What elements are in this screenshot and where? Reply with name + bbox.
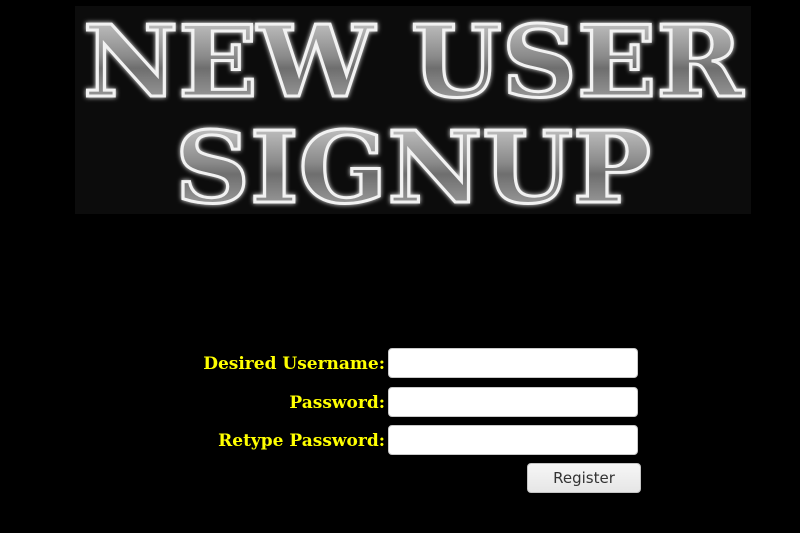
username-label: Desired Username:	[203, 354, 385, 374]
signup-page: NEW USER SIGNUP Desired Username: Passwo…	[0, 0, 800, 533]
retype-password-label: Retype Password:	[218, 431, 385, 451]
banner-graphic: NEW USER SIGNUP	[82, 6, 747, 214]
banner-title-line1: NEW USER	[83, 6, 745, 120]
password-label: Password:	[289, 393, 385, 413]
retype-password-input[interactable]	[388, 425, 638, 455]
retype-password-row: Retype Password:	[0, 424, 800, 458]
banner-title-line2: SIGNUP	[175, 111, 651, 214]
password-row: Password:	[0, 386, 800, 420]
password-input[interactable]	[388, 387, 638, 417]
username-row: Desired Username:	[0, 347, 800, 381]
register-button[interactable]: Register	[527, 463, 641, 493]
signup-banner: NEW USER SIGNUP	[75, 6, 751, 214]
username-input[interactable]	[388, 348, 638, 378]
